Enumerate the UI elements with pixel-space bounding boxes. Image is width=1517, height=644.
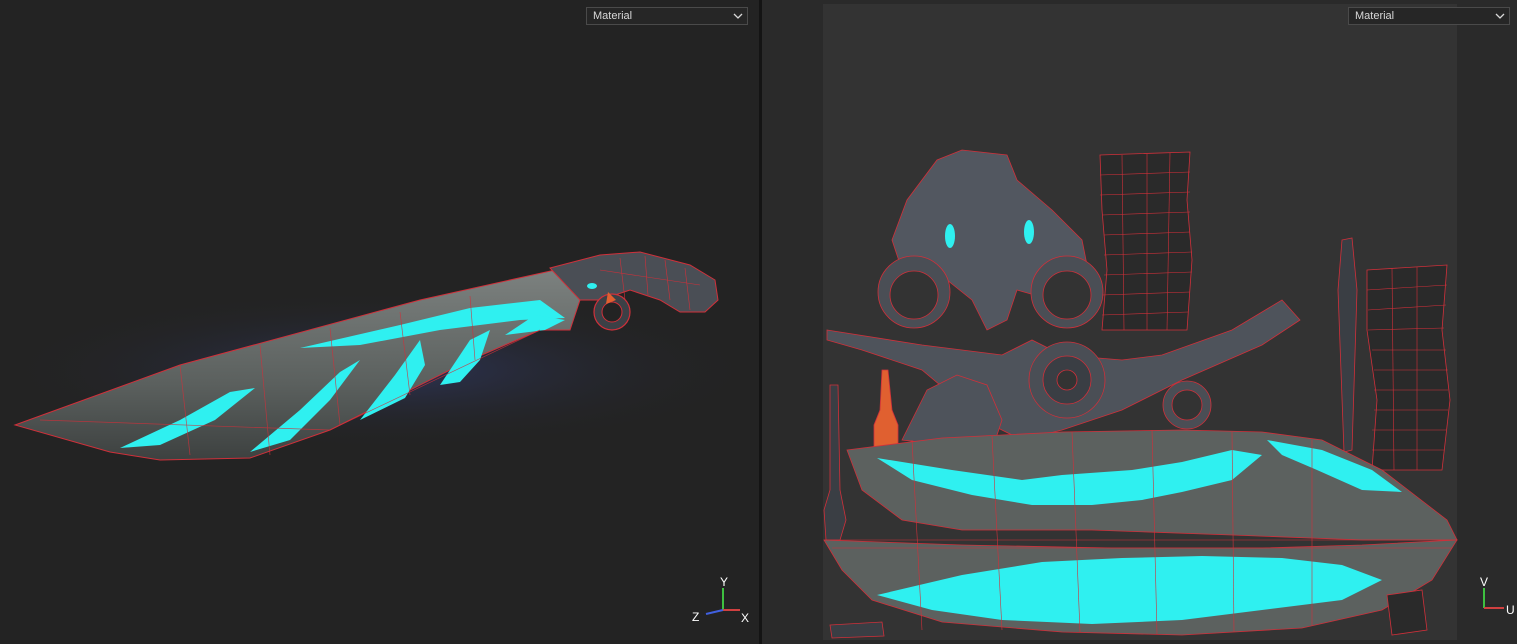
uv-shading-mode-dropdown[interactable]: Material: [1348, 7, 1510, 25]
chevron-down-icon: [1495, 13, 1505, 19]
axis-x-label: X: [741, 611, 749, 625]
3d-knife-model[interactable]: Y Z X: [0, 0, 759, 644]
axis-z-label: Z: [692, 610, 699, 624]
uv-shell-strip: [823, 384, 847, 541]
uv-layout[interactable]: V U: [762, 0, 1517, 644]
uv-shell-marker: [873, 369, 899, 449]
axis-v-label: V: [1480, 575, 1488, 589]
shading-mode-dropdown[interactable]: Material: [586, 7, 748, 25]
shading-mode-value: Material: [593, 10, 633, 22]
uv-shading-mode-value: Material: [1355, 10, 1395, 22]
3d-viewport[interactable]: Y Z X Material: [0, 0, 759, 644]
uv-shell-pommel: [1366, 264, 1451, 471]
uv-shell-grip: [1099, 151, 1193, 331]
axis-u-label: U: [1506, 603, 1515, 617]
chevron-down-icon: [733, 13, 743, 19]
axis-y-label: Y: [720, 575, 728, 589]
uv-viewport[interactable]: V U Material: [762, 0, 1517, 644]
axis-gizmo-3d-icon: Y Z X: [692, 575, 749, 625]
axis-gizmo-uv-icon: V U: [1480, 575, 1515, 617]
uv-shell-strip: [1337, 237, 1358, 453]
